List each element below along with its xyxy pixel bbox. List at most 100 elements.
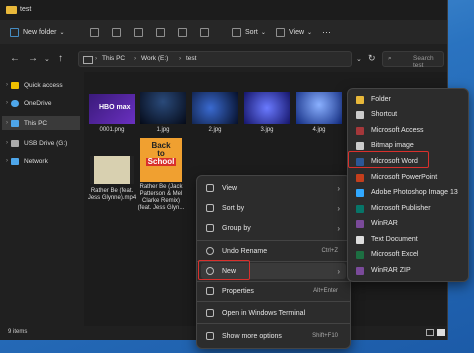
file-name: Rather Be (Jack Patterson & Mel Clarke R…: [131, 184, 191, 212]
more-options-button[interactable]: ···: [322, 26, 331, 38]
address-dropdown-icon[interactable]: ⌄: [356, 55, 362, 63]
sort-icon: [232, 27, 241, 37]
menu-separator: [197, 323, 350, 324]
sidebar-item-network[interactable]: › Network: [6, 154, 80, 168]
submenu-item-microsoft-powerpoint[interactable]: Microsoft PowerPoint: [352, 170, 464, 185]
breadcrumb-test[interactable]: test: [186, 55, 196, 62]
view-icon: [276, 27, 285, 37]
expand-chevron-icon[interactable]: ›: [6, 158, 8, 164]
shortcut-icon: [356, 110, 364, 119]
menu-separator: [197, 301, 350, 302]
refresh-icon[interactable]: ↻: [368, 53, 376, 64]
up-button[interactable]: ↑: [58, 53, 63, 64]
recent-chevron-icon[interactable]: ⌄: [44, 55, 50, 63]
new-folder-button[interactable]: New folder ⌄: [10, 26, 65, 38]
file-name: 3.jpg: [260, 127, 274, 133]
delete-button[interactable]: [200, 26, 213, 38]
submenu-item-label: Microsoft Excel: [371, 251, 419, 258]
file-name-line: Patterson & Mel: [139, 191, 183, 197]
search-icon: ⌕: [388, 55, 392, 62]
share-button[interactable]: [178, 26, 191, 38]
sidebar-item-label: This PC: [24, 119, 48, 127]
submenu-item-label: WinRAR ZIP: [371, 267, 411, 274]
access-icon: [356, 126, 364, 135]
expand-chevron-icon[interactable]: ›: [6, 82, 8, 88]
undo-icon: [206, 247, 214, 255]
details-view-icon[interactable]: [426, 329, 434, 336]
submenu-item-photoshop-image[interactable]: Adobe Photoshop Image 13: [352, 185, 464, 200]
highlight-microsoft-word: [348, 151, 429, 168]
expand-chevron-icon[interactable]: ›: [6, 100, 8, 106]
menu-item-show-more-options[interactable]: Show more options Shift+F10: [201, 328, 346, 344]
chevron-down-icon: ⌄: [59, 29, 65, 36]
submenu-item-folder[interactable]: Folder: [352, 92, 464, 107]
breadcrumb-work-drive[interactable]: Work (E:): [141, 55, 168, 62]
trash-icon: [200, 27, 209, 37]
copy-button[interactable]: [112, 26, 125, 38]
folder-icon: [356, 95, 364, 104]
breadcrumb-chevron-icon: ›: [179, 55, 182, 62]
new-folder-label: New folder: [23, 28, 57, 36]
sidebar-item-label: USB Drive (G:): [24, 139, 68, 147]
folder-icon: [6, 6, 17, 14]
sidebar-item-this-pc[interactable]: › This PC: [2, 116, 80, 130]
expand-chevron-icon[interactable]: ›: [6, 140, 8, 146]
submenu-item-label: Microsoft Publisher: [371, 205, 431, 212]
menu-item-group-by[interactable]: Group by ›: [201, 220, 346, 236]
expand-chevron-icon[interactable]: ›: [6, 120, 8, 126]
menu-item-properties[interactable]: Properties Alt+Enter: [201, 283, 346, 299]
search-box[interactable]: ⌕ Search test: [382, 51, 444, 69]
file-name: 4.jpg: [312, 127, 326, 133]
menu-item-sort-by[interactable]: Sort by ›: [201, 200, 346, 216]
submenu-item-label: WinRAR: [371, 220, 398, 227]
group-icon: [206, 224, 214, 232]
grid-icon: [206, 184, 214, 192]
sidebar-item-usb-drive[interactable]: › USB Drive (G:): [6, 136, 80, 150]
menu-separator: [197, 240, 350, 241]
submenu-item-microsoft-publisher[interactable]: Microsoft Publisher: [352, 201, 464, 216]
sort-icon: [206, 204, 214, 212]
file-name-line: (feat. Jess Glyn...: [137, 205, 185, 211]
submenu-item-text-document[interactable]: Text Document: [352, 232, 464, 247]
forward-button[interactable]: →: [28, 53, 38, 64]
title-bar: test: [0, 0, 447, 20]
chevron-right-icon: ›: [337, 203, 340, 213]
rename-button[interactable]: [156, 26, 169, 38]
cut-icon: [90, 27, 99, 37]
share-icon: [178, 27, 187, 37]
menu-item-view[interactable]: View ›: [201, 180, 346, 196]
sidebar-item-quick-access[interactable]: › Quick access: [6, 78, 80, 92]
menu-item-undo-rename[interactable]: Undo Rename Ctrl+Z: [201, 243, 346, 259]
submenu-item-winrar-zip[interactable]: WinRAR ZIP: [352, 263, 464, 278]
breadcrumb-this-pc[interactable]: This PC: [102, 55, 125, 62]
plus-icon: [10, 27, 19, 37]
audio-thumbnail: Back to School: [140, 138, 182, 182]
thumbnail-view-icon[interactable]: [437, 329, 445, 336]
submenu-item-label: Text Document: [371, 236, 418, 243]
menu-item-open-terminal[interactable]: Open in Windows Terminal: [201, 305, 346, 321]
file-name: 2.jpg: [208, 127, 222, 133]
sort-button[interactable]: Sort ⌄: [232, 26, 266, 38]
sidebar-item-onedrive[interactable]: › OneDrive: [6, 96, 80, 110]
submenu-item-shortcut[interactable]: Shortcut: [352, 107, 464, 122]
back-button[interactable]: ←: [10, 53, 20, 64]
view-label: View: [289, 28, 305, 36]
submenu-item-microsoft-access[interactable]: Microsoft Access: [352, 123, 464, 138]
submenu-item-winrar[interactable]: WinRAR: [352, 216, 464, 231]
paste-button[interactable]: [134, 26, 147, 38]
image-thumbnail: [244, 92, 290, 124]
network-icon: [11, 157, 19, 165]
excel-icon: [356, 250, 364, 259]
menu-item-label: Sort by: [222, 204, 245, 212]
address-bar[interactable]: › This PC › Work (E:) › test: [78, 51, 352, 67]
submenu-item-microsoft-excel[interactable]: Microsoft Excel: [352, 247, 464, 262]
publisher-icon: [356, 204, 364, 213]
menu-item-label: Show more options: [222, 332, 282, 340]
view-button[interactable]: View ⌄: [276, 26, 312, 38]
properties-icon: [206, 287, 214, 295]
shortcut-text: Alt+Enter: [313, 288, 338, 294]
chevron-down-icon: ⌄: [260, 29, 266, 36]
menu-item-label: Undo Rename: [222, 247, 268, 255]
file-name-line: Rather Be (Jack: [139, 184, 183, 190]
cut-button[interactable]: [90, 26, 103, 38]
